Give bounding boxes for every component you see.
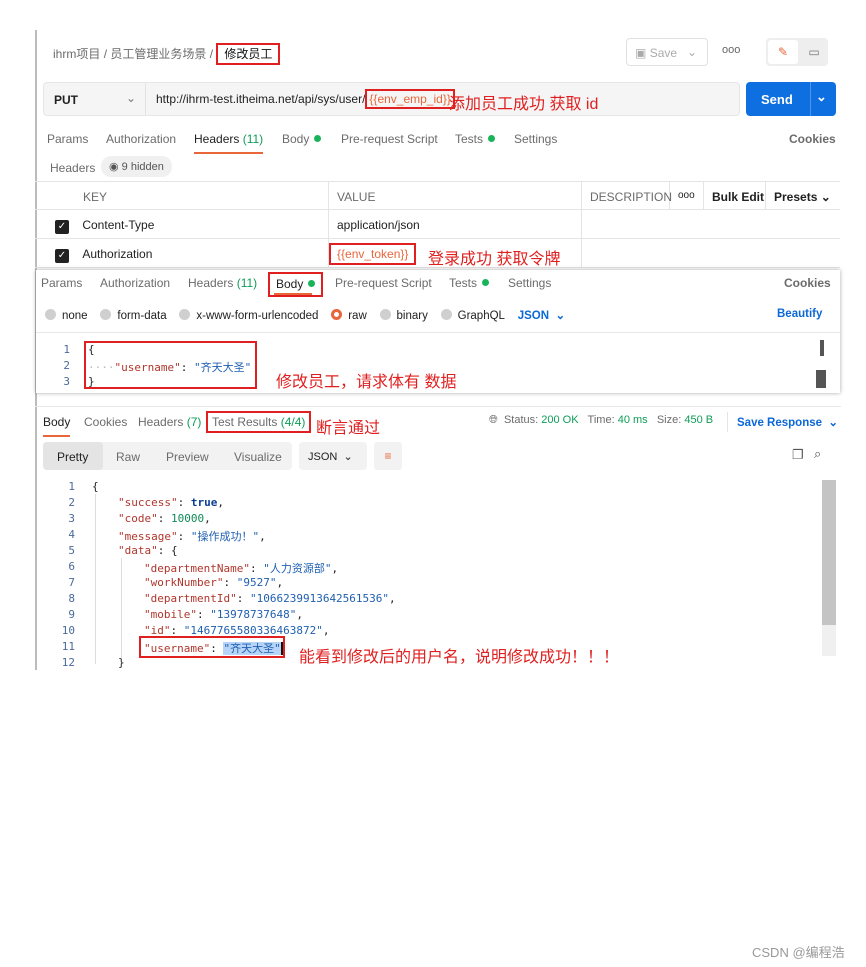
cookies-link[interactable]: Cookies	[789, 132, 836, 146]
view-preview[interactable]: Preview	[166, 450, 209, 464]
response-format-dropdown[interactable]: JSON ⌄	[299, 442, 367, 470]
scrollbar[interactable]	[820, 340, 824, 356]
checkbox-icon[interactable]: ✓	[55, 249, 69, 263]
tab-headers[interactable]: Headers (11)	[194, 132, 264, 154]
tab-test-results[interactable]: Test Results (4/4)	[206, 411, 312, 433]
column-value: VALUE	[329, 181, 582, 210]
tab-response-body[interactable]: Body	[43, 415, 71, 437]
url-variable: {{env_emp_id}}	[365, 89, 455, 109]
tab-response-headers[interactable]: Headers (7)	[138, 415, 201, 429]
watermark: CSDN @编程浩	[752, 945, 845, 960]
view-toggle: ✎ ▭	[766, 38, 828, 66]
annotation-result: 能看到修改后的用户名，说明修改成功！！！	[299, 649, 620, 666]
tab-headers[interactable]: Headers (11)	[188, 276, 257, 290]
radio-urlencoded[interactable]: x-www-form-urlencoded	[179, 309, 318, 322]
body-line: ····"username": "齐天大圣"	[88, 361, 252, 374]
url-bar: PUT ⌄ http://ihrm-test.itheima.net/api/sy…	[43, 82, 740, 116]
search-icon[interactable]: ⌕	[814, 446, 821, 462]
tab-settings[interactable]: Settings	[514, 132, 557, 146]
view-raw[interactable]: Raw	[116, 450, 140, 464]
radio-graphql[interactable]: GraphQL	[440, 309, 505, 322]
globe-icon: 🌐︎	[489, 414, 498, 426]
tab-body[interactable]: Body	[282, 132, 322, 146]
hidden-headers-toggle[interactable]: ◉ 9 hidden	[101, 156, 172, 177]
presets-dropdown[interactable]: Presets ⌄	[766, 181, 840, 210]
response-status: 🌐︎ Status: 200 OK Time: 40 ms Size: 450 …	[489, 414, 714, 426]
annotation-tests: 断言通过	[316, 420, 381, 437]
view-pretty[interactable]: Pretty	[43, 442, 103, 470]
annotation-token: 登录成功 获取令牌	[428, 251, 561, 268]
comment-icon[interactable]: ▭	[802, 40, 826, 64]
table-more-icon[interactable]: ooo	[670, 181, 704, 210]
scrollbar[interactable]	[816, 370, 826, 388]
save-button[interactable]: ▣ Save ⌄	[626, 38, 708, 66]
copy-icon[interactable]: ❐	[792, 447, 804, 463]
more-options-icon[interactable]: ooo	[722, 44, 740, 56]
radio-form-data[interactable]: form-data	[100, 309, 167, 322]
body-type-options: none form-data x-www-form-urlencoded raw…	[45, 308, 565, 322]
tab-params[interactable]: Params	[47, 132, 88, 146]
eye-icon: ◉	[109, 161, 119, 173]
beautify-button[interactable]: Beautify	[777, 308, 822, 320]
annotation-body: 修改员工，请求体有 数据	[276, 374, 457, 391]
edit-pencil-icon[interactable]: ✎	[768, 40, 798, 64]
column-description: DESCRIPTION	[582, 181, 672, 210]
tab-response-cookies[interactable]: Cookies	[84, 415, 127, 429]
radio-binary[interactable]: binary	[379, 309, 428, 322]
chevron-down-icon: ⌄	[687, 45, 698, 59]
save-response-button[interactable]: Save Response ⌄	[737, 415, 838, 429]
header-description[interactable]	[582, 210, 840, 239]
breadcrumb: ihrm项目 / 员工管理业务场景 / 修改员工	[53, 43, 281, 65]
wrap-lines-icon[interactable]: ≡	[374, 442, 402, 470]
send-button[interactable]: Send ⌄	[746, 82, 836, 116]
scrollbar[interactable]	[822, 480, 836, 656]
tab-settings[interactable]: Settings	[508, 276, 551, 290]
table-row: ✓ Authorization	[35, 239, 329, 268]
tab-authorization[interactable]: Authorization	[106, 132, 176, 146]
breadcrumb-folder[interactable]: 员工管理业务场景	[110, 47, 206, 61]
annotation-url: 添加员工成功 获取 id	[449, 96, 599, 113]
header-description[interactable]	[582, 239, 840, 268]
format-dropdown[interactable]: JSON ⌄	[518, 310, 565, 322]
breadcrumb-project[interactable]: ihrm项目	[53, 47, 100, 61]
tab-prerequest[interactable]: Pre-request Script	[335, 276, 432, 290]
url-input[interactable]: http://ihrm-test.itheima.net/api/sys/use…	[156, 89, 455, 109]
radio-none[interactable]: none	[45, 309, 88, 322]
header-value[interactable]: application/json	[329, 210, 582, 239]
tab-tests[interactable]: Tests	[455, 132, 496, 146]
view-visualize[interactable]: Visualize	[234, 450, 282, 464]
tab-params[interactable]: Params	[41, 276, 82, 290]
method-select[interactable]: PUT ⌄	[44, 83, 146, 115]
bulk-edit-button[interactable]: Bulk Edit	[704, 181, 766, 210]
request-name[interactable]: 修改员工	[216, 43, 281, 65]
checkbox-icon[interactable]: ✓	[55, 220, 69, 234]
chevron-down-icon: ⌄	[126, 91, 137, 105]
table-row: ✓ Content-Type	[35, 210, 329, 239]
save-icon: ▣	[635, 46, 647, 60]
tab-prerequest[interactable]: Pre-request Script	[341, 132, 438, 146]
chevron-down-icon[interactable]: ⌄	[816, 89, 827, 105]
tab-authorization[interactable]: Authorization	[100, 276, 170, 290]
response-view-tabs: Pretty Raw Preview Visualize	[43, 442, 292, 470]
cookies-link[interactable]: Cookies	[784, 276, 831, 290]
column-key: KEY	[35, 181, 329, 210]
radio-raw[interactable]: raw	[331, 309, 367, 322]
tab-tests[interactable]: Tests	[449, 276, 490, 290]
headers-label: Headers	[50, 161, 96, 175]
tab-body[interactable]: Body	[268, 272, 324, 297]
